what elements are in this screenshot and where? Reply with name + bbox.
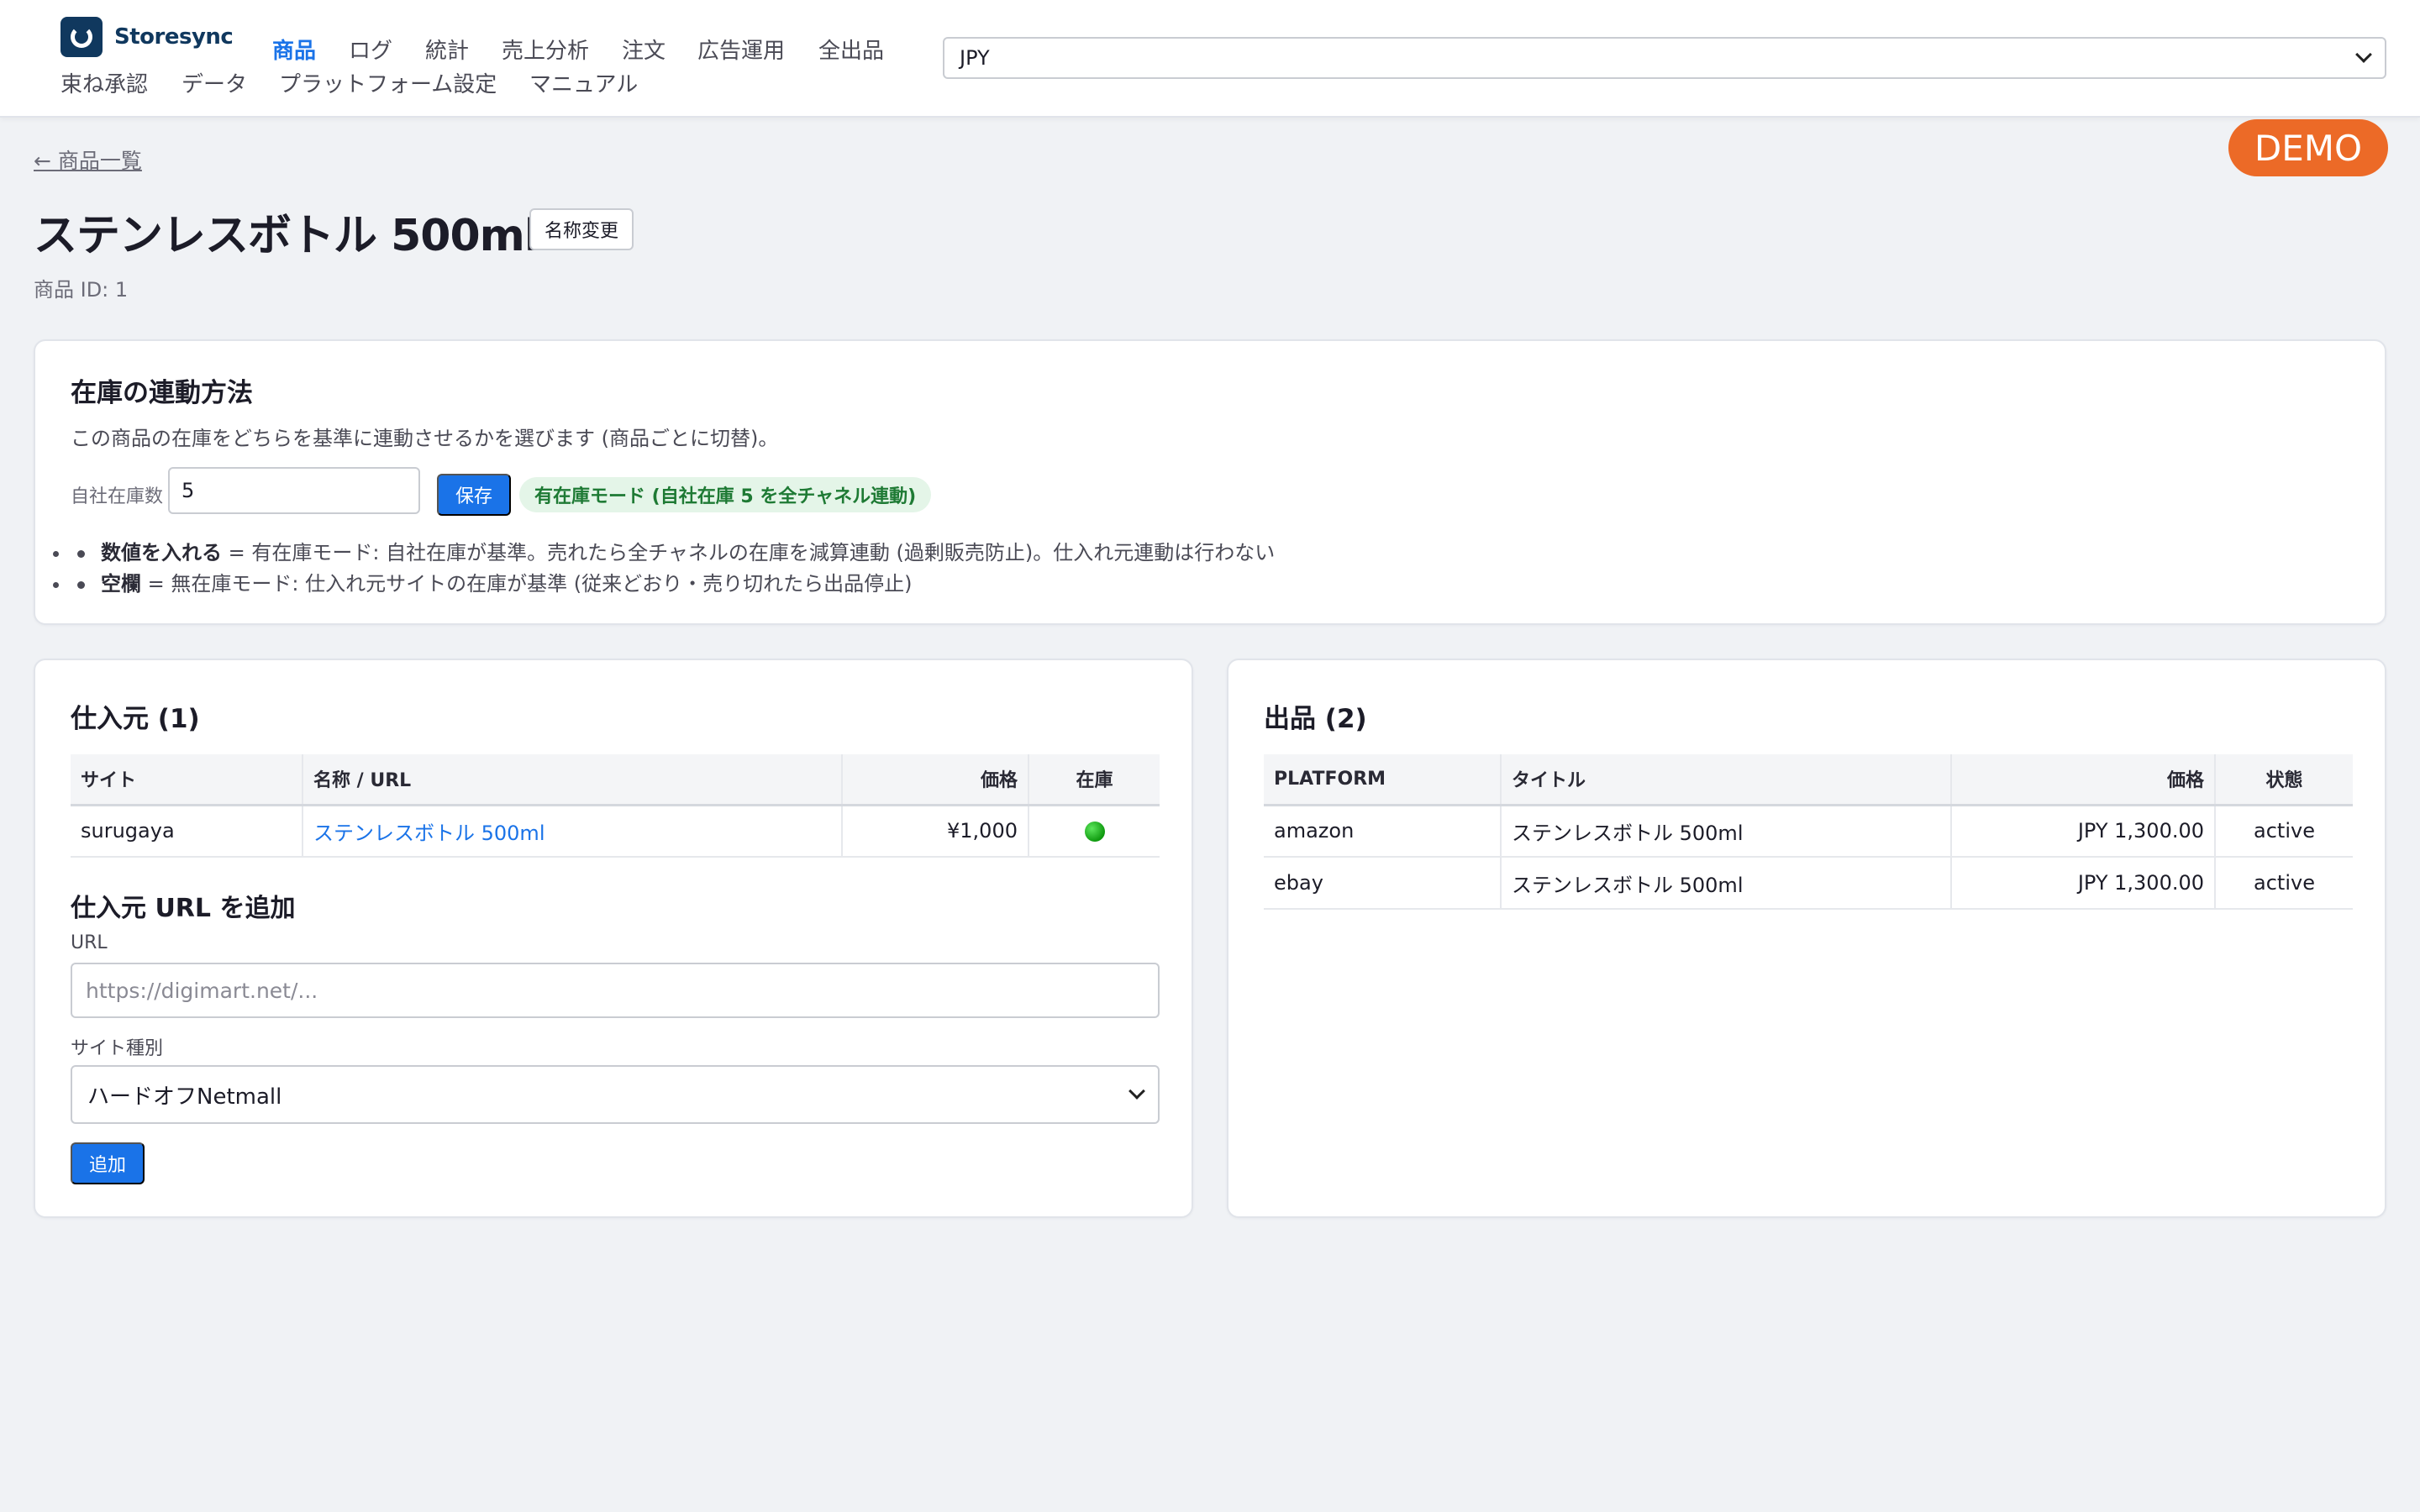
nav-item-all-listings[interactable]: 全出品	[818, 34, 884, 65]
listing-platform-cell: amazon	[1264, 805, 1501, 858]
own-stock-label: 自社在庫数	[71, 486, 164, 507]
url-label: URL	[71, 932, 108, 953]
table-row: surugaya ステンレスボトル 500ml ¥1,000	[71, 805, 1160, 858]
listing-title-cell: ステンレスボトル 500ml	[1500, 857, 1951, 910]
nav-item-sales-analysis[interactable]: 売上分析	[502, 34, 589, 65]
source-url-input[interactable]: https://digimart.net/...	[71, 963, 1160, 1018]
nav-item-products[interactable]: 商品	[272, 34, 316, 65]
nav-item-stats[interactable]: 統計	[425, 34, 469, 65]
listings-table: PLATFORM タイトル 価格 状態 amazon ステンレスボトル 500m…	[1264, 754, 2353, 910]
source-stock-cell	[1028, 805, 1160, 858]
col-header-price: 価格	[841, 754, 1028, 806]
source-name-cell: ステンレスボトル 500ml	[302, 805, 842, 858]
listings-card: 出品 (2) PLATFORM タイトル 価格 状態 amazon ステンレスボ…	[1227, 659, 2386, 1218]
sources-title: 仕入元 (1)	[71, 704, 200, 734]
chevron-down-icon	[1128, 1083, 1145, 1100]
col-header-name-url: 名称 / URL	[302, 754, 842, 806]
site-type-select[interactable]: ハードオフNetmall	[71, 1065, 1160, 1124]
listing-title-cell: ステンレスボトル 500ml	[1500, 805, 1951, 858]
stock-sync-description: この商品の在庫をどちらを基準に連動させるかを選びます (商品ごとに切替)。	[71, 427, 779, 450]
top-header: Storesync 商品 ログ 統計 売上分析 注文 広告運用 全出品 束ね承認…	[0, 0, 2420, 118]
sources-card: 仕入元 (1) サイト 名称 / URL 価格 在庫 surugaya ステンレ…	[34, 659, 1193, 1218]
listing-price-cell: JPY 1,300.00	[1950, 805, 2215, 858]
stock-sync-card: 在庫の連動方法 この商品の在庫をどちらを基準に連動させるかを選びます (商品ごと…	[34, 339, 2386, 625]
col-header-status: 状態	[2214, 754, 2353, 806]
bullet-text: = 有在庫モード: 自社在庫が基準。売れたら全チャネルの在庫を減算連動 (過剰販…	[222, 541, 1276, 564]
col-header-price: 価格	[1950, 754, 2215, 806]
listing-price-cell: JPY 1,300.00	[1950, 857, 2215, 910]
nav-item-ads[interactable]: 広告運用	[697, 34, 785, 65]
col-header-platform: PLATFORM	[1264, 754, 1501, 806]
add-source-button[interactable]: 追加	[71, 1142, 145, 1184]
bullet-term: 数値を入れる	[101, 541, 222, 564]
demo-badge: DEMO	[2228, 119, 2388, 176]
table-row[interactable]: amazon ステンレスボトル 500ml JPY 1,300.00 activ…	[1264, 805, 2353, 858]
nav-item-manual[interactable]: マニュアル	[529, 67, 638, 98]
col-header-site: サイト	[71, 754, 302, 806]
rename-button[interactable]: 名称変更	[529, 208, 634, 250]
listings-title: 出品 (2)	[1264, 704, 1367, 734]
main-nav: 商品 ログ 統計 売上分析 注文 広告運用 全出品 束ね承認 データ プラットフ…	[60, 30, 926, 106]
list-item: 空欄 = 無在庫モード: 仕入れ元サイトの在庫が基準 (従来どおり・売り切れたら…	[71, 569, 1275, 600]
list-item: 数値を入れる = 有在庫モード: 自社在庫が基準。売れたら全チャネルの在庫を減算…	[71, 538, 1275, 569]
sources-table: サイト 名称 / URL 価格 在庫 surugaya ステンレスボトル 500…	[71, 754, 1160, 858]
currency-selected-value: JPY	[960, 46, 990, 70]
table-header-row: PLATFORM タイトル 価格 状態	[1264, 754, 2353, 806]
nav-item-logs[interactable]: ログ	[349, 34, 392, 65]
table-row[interactable]: ebay ステンレスボトル 500ml JPY 1,300.00 active	[1264, 857, 2353, 910]
site-type-selected-value: ハードオフNetmall	[87, 1084, 282, 1110]
col-header-stock: 在庫	[1028, 754, 1160, 806]
own-stock-input[interactable]: 5	[168, 467, 420, 514]
nav-item-data[interactable]: データ	[182, 67, 247, 98]
add-source-title: 仕入元 URL を追加	[71, 894, 296, 923]
nav-item-bundle-approval[interactable]: 束ね承認	[60, 67, 148, 98]
stock-mode-badge: 有在庫モード (自社在庫 5 を全チャネル連動)	[519, 477, 932, 512]
stock-sync-title: 在庫の連動方法	[71, 378, 253, 408]
source-price-cell: ¥1,000	[841, 805, 1028, 858]
col-header-title: タイトル	[1500, 754, 1951, 806]
bullet-term: 空欄	[101, 572, 141, 596]
page-title: ステンレスボトル 500ml	[34, 211, 539, 261]
in-stock-indicator-icon	[1084, 822, 1105, 843]
product-id: 商品 ID: 1	[34, 278, 129, 302]
listing-status-cell: active	[2214, 805, 2353, 858]
listing-platform-cell: ebay	[1264, 857, 1501, 910]
listing-status-cell: active	[2214, 857, 2353, 910]
nav-item-orders[interactable]: 注文	[622, 34, 666, 65]
save-button[interactable]: 保存	[437, 474, 512, 516]
source-link[interactable]: ステンレスボトル 500ml	[313, 822, 544, 845]
table-header-row: サイト 名称 / URL 価格 在庫	[71, 754, 1160, 806]
stock-mode-help-list: 数値を入れる = 有在庫モード: 自社在庫が基準。売れたら全チャネルの在庫を減算…	[71, 538, 1275, 600]
back-to-products-link[interactable]: ← 商品一覧	[34, 144, 142, 175]
bullet-text: = 無在庫モード: 仕入れ元サイトの在庫が基準 (従来どおり・売り切れたら出品停…	[141, 572, 913, 596]
nav-item-platform-settings[interactable]: プラットフォーム設定	[279, 67, 497, 98]
currency-select[interactable]: JPY	[943, 37, 2386, 79]
chevron-down-icon	[2355, 46, 2372, 63]
source-site-cell: surugaya	[71, 805, 302, 858]
site-type-label: サイト種別	[71, 1038, 164, 1059]
